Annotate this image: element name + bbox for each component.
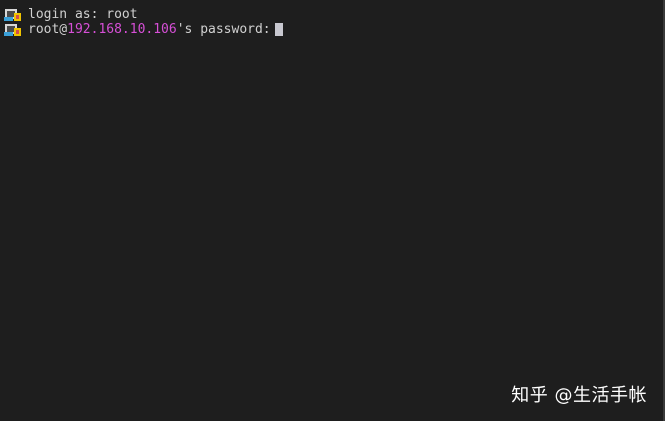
terminal-line-login: login as: root	[4, 7, 283, 22]
terminal-key-icon	[4, 8, 21, 21]
terminal-key-icon	[4, 23, 21, 36]
login-prompt-text: login as: root	[28, 7, 138, 22]
terminal-line-password: root@ 192.168.10.106's password:	[4, 22, 283, 37]
terminal-output: login as: root root@ 192.168.10.106's pas…	[4, 7, 283, 37]
block-cursor[interactable]	[274, 23, 283, 36]
user-prefix-text: root@	[28, 22, 68, 37]
host-ip-text: 192.168.10.106	[67, 22, 177, 37]
password-prompt-text: 's password:	[176, 22, 271, 37]
watermark-text: 知乎 @生活手帐	[511, 385, 647, 406]
terminal-window[interactable]: login as: root root@ 192.168.10.106's pas…	[0, 0, 665, 421]
